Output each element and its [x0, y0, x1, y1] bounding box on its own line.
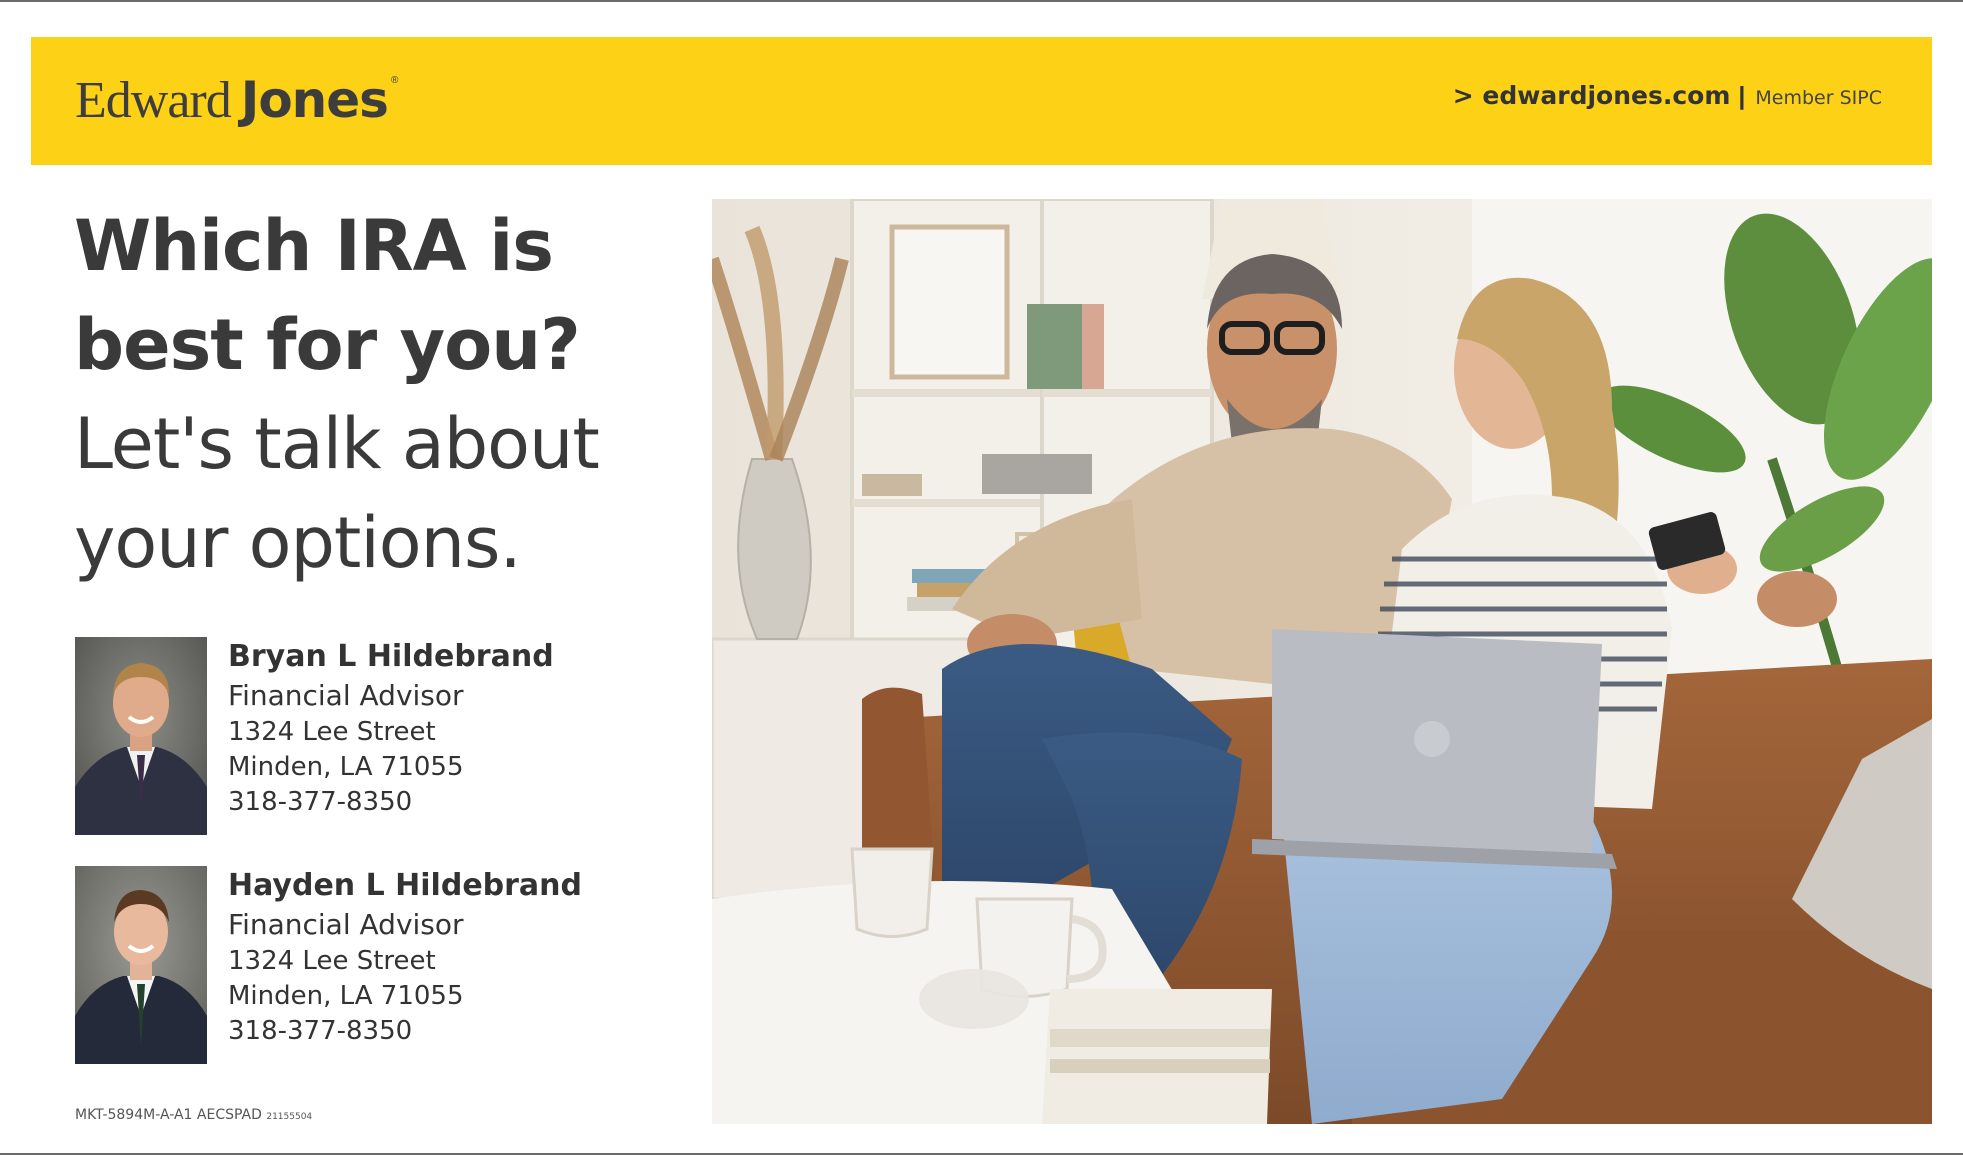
advisor-card: Bryan L Hildebrand Financial Advisor 132…	[75, 637, 675, 837]
advisor-city: Minden, LA 71055	[228, 752, 464, 782]
advisor-card: Hayden L Hildebrand Financial Advisor 13…	[75, 866, 675, 1066]
advisor-city: Minden, LA 71055	[228, 981, 464, 1011]
advisor-phone[interactable]: 318-377-8350	[228, 785, 554, 820]
ad-code-number: 21155504	[266, 1112, 313, 1122]
edward-jones-logo[interactable]: Edward Jones ®	[75, 71, 398, 131]
headline-line-3: Let's talk about	[74, 403, 600, 485]
brand-banner: Edward Jones ® > edwardjones.com | Membe…	[31, 37, 1932, 165]
advisor-headshot	[75, 866, 207, 1064]
advisor-info: Hayden L Hildebrand Financial Advisor 13…	[228, 866, 582, 1049]
advisor-info: Bryan L Hildebrand Financial Advisor 132…	[228, 637, 554, 820]
advisor-headshot	[75, 637, 207, 835]
registered-mark: ®	[390, 75, 399, 86]
ad-code-text: MKT-5894M-A-A1 AECSPAD	[75, 1107, 262, 1123]
advisor-title: Financial Advisor	[228, 679, 464, 712]
website-link[interactable]: > edwardjones.com	[1453, 81, 1731, 110]
logo-word-edward: Edward	[75, 72, 232, 129]
advisor-name: Hayden L Hildebrand	[228, 868, 583, 903]
advisor-name: Bryan L Hildebrand	[228, 639, 554, 674]
advisor-street: 1324 Lee Street	[228, 717, 436, 747]
headline: Which IRA is best for you? Let's talk ab…	[74, 197, 694, 593]
separator: |	[1738, 82, 1746, 110]
banner-right: > edwardjones.com | Member SIPC	[1453, 81, 1882, 111]
ad-code: MKT-5894M-A-A1 AECSPAD 21155504	[75, 1107, 312, 1123]
couple-on-sofa-photo	[712, 199, 1932, 1124]
member-sipc: Member SIPC	[1755, 87, 1882, 109]
headline-line-4: your options.	[74, 502, 522, 584]
advisor-title: Financial Advisor	[228, 908, 464, 941]
advisor-street: 1324 Lee Street	[228, 946, 436, 976]
advertisement: Edward Jones ® > edwardjones.com | Membe…	[0, 0, 1963, 1155]
headline-line-1: Which IRA is	[74, 205, 554, 287]
logo-word-jones: Jones	[240, 71, 389, 129]
advisor-phone[interactable]: 318-377-8350	[228, 1014, 582, 1049]
headline-line-2: best for you?	[74, 304, 581, 386]
